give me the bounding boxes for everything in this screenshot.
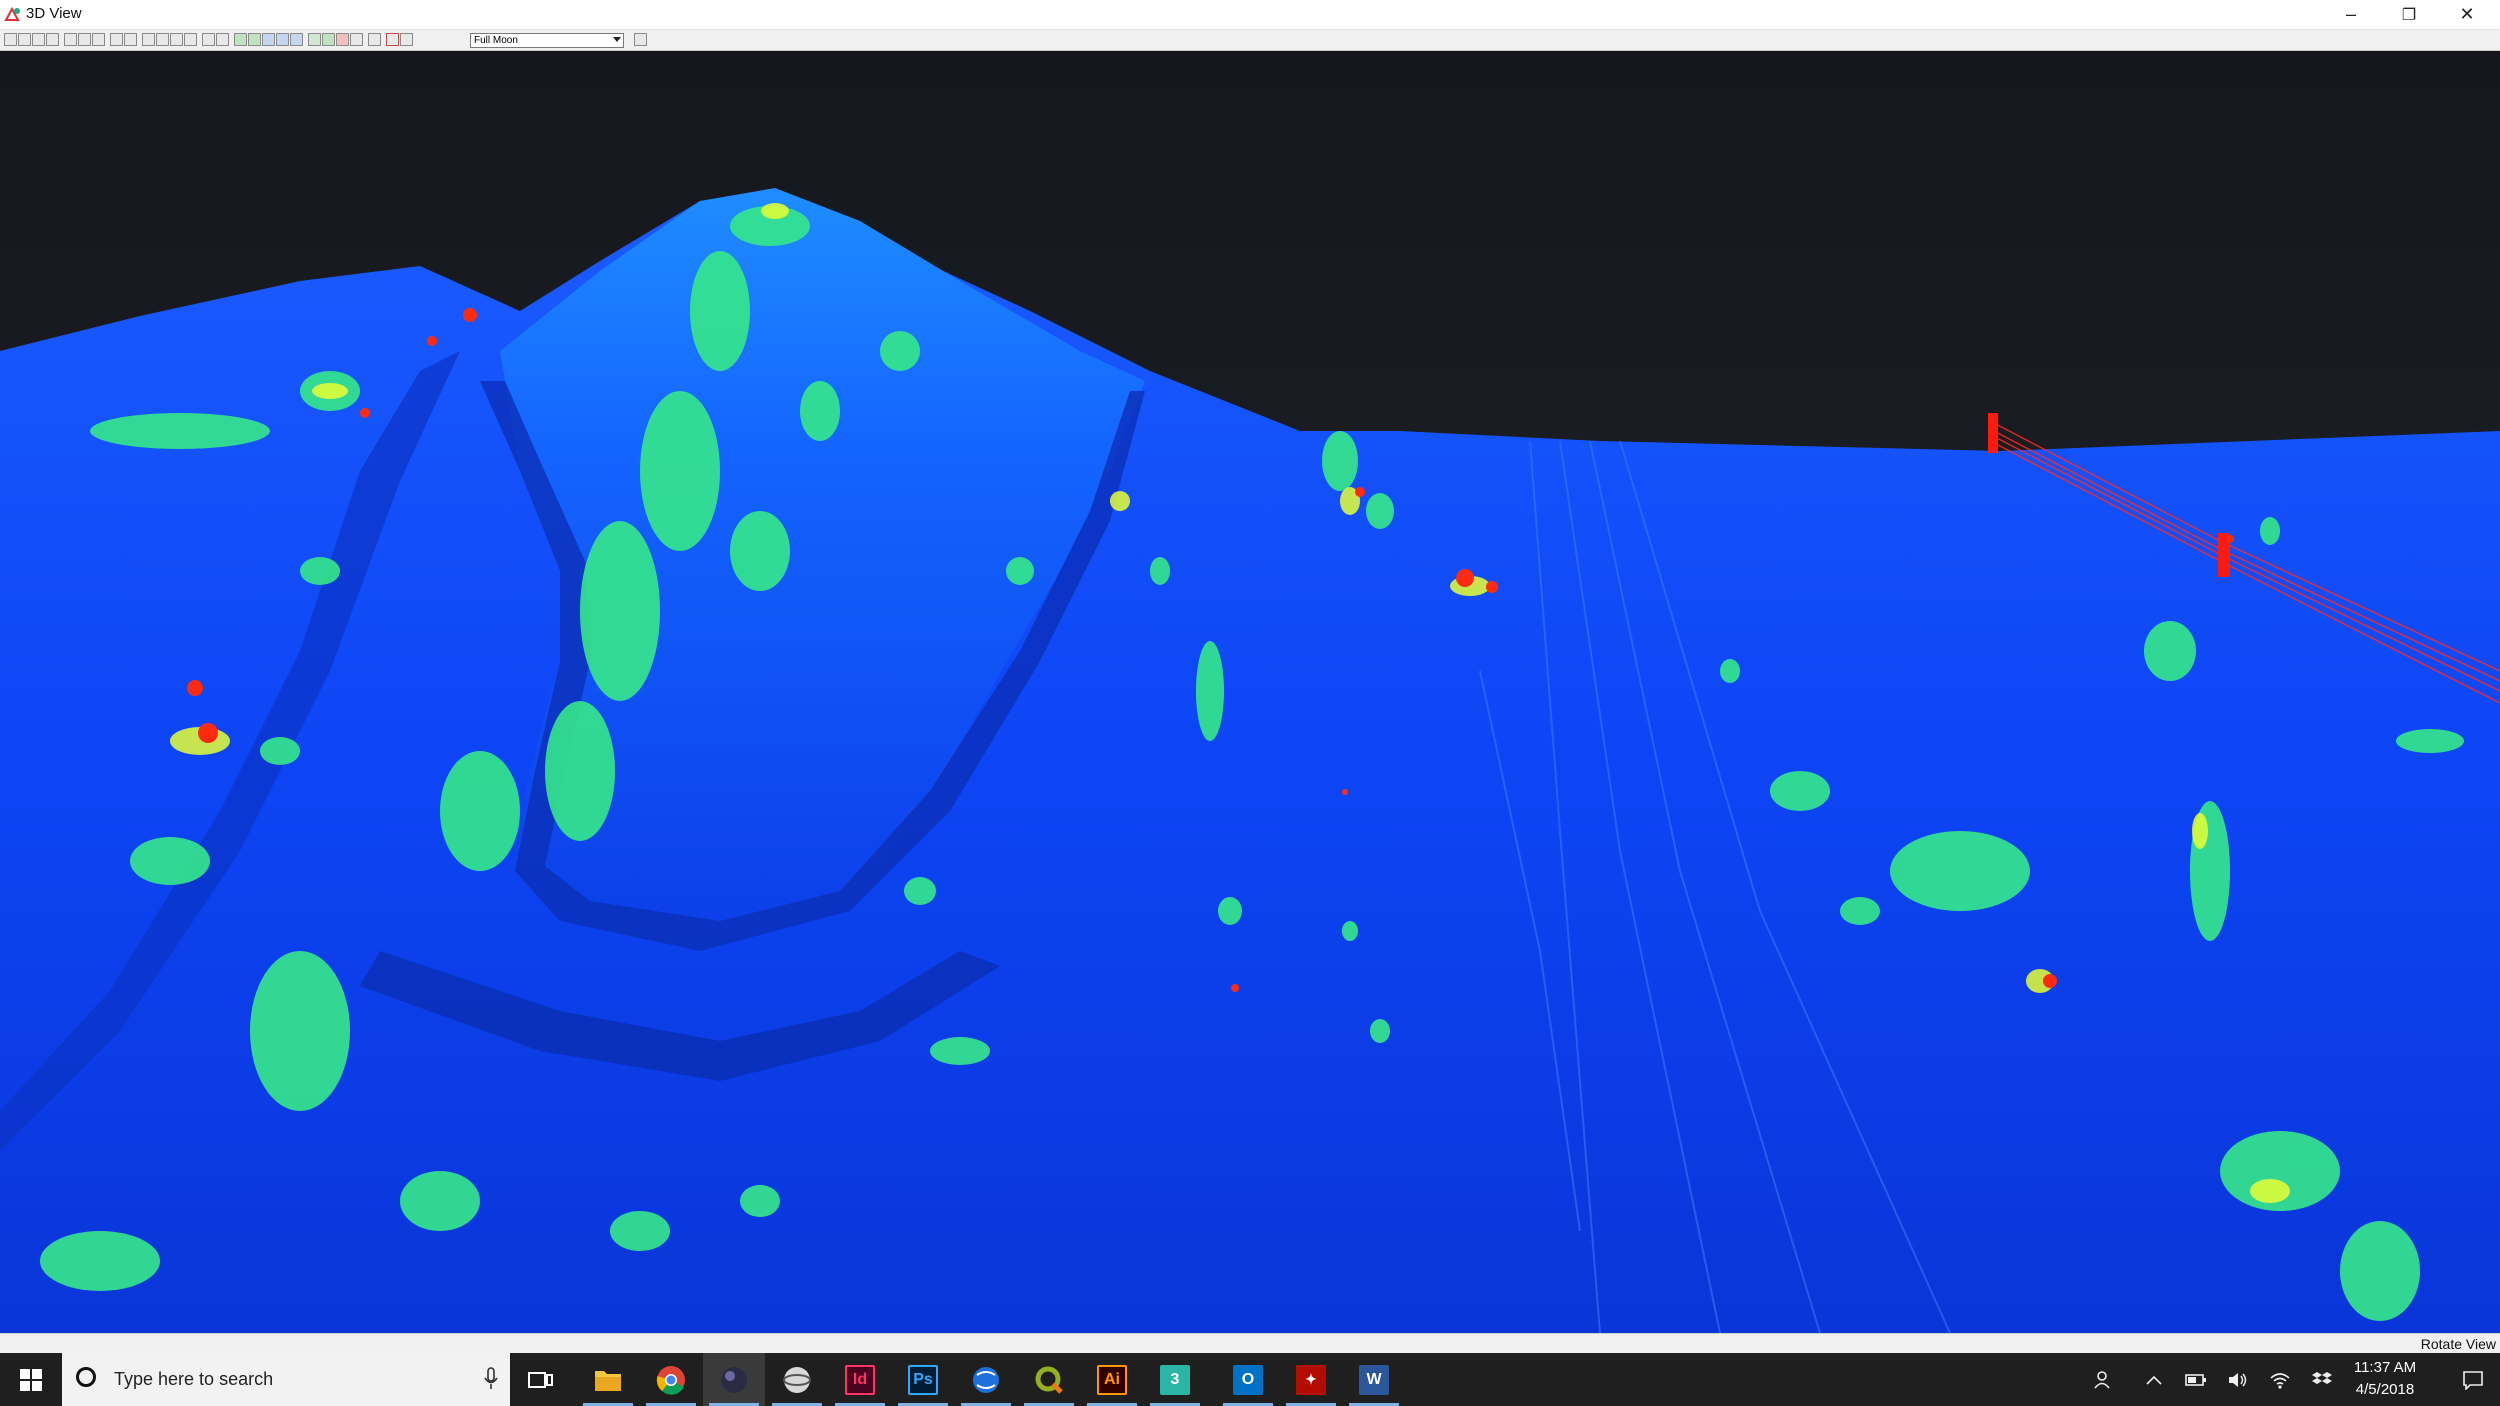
intensity-icon[interactable] [276, 33, 289, 46]
folder-icon [595, 1370, 621, 1391]
rotate-right-icon[interactable] [156, 33, 169, 46]
toolbar: Full Moon [0, 30, 2500, 51]
globe-app-icon [783, 1366, 811, 1393]
chevron-down-icon [613, 37, 621, 42]
people-icon[interactable] [2086, 1353, 2122, 1406]
cortana-icon [76, 1367, 96, 1387]
app-3-icon: 3 [1160, 1364, 1190, 1395]
clip-icon[interactable] [202, 33, 215, 46]
3d-viewport-canvas[interactable] [0, 51, 2500, 1333]
taskbar-app-file-explorer[interactable] [577, 1353, 639, 1406]
taskbar-app-photoshop[interactable]: Ps [892, 1353, 954, 1406]
illustrator-icon: Ai [1097, 1364, 1127, 1395]
classification-icon[interactable] [262, 33, 275, 46]
minimize-button[interactable]: – [2322, 0, 2380, 29]
window-titlebar: 3D View – ❐ ✕ [0, 0, 2500, 30]
lighting-mode-select[interactable]: Full Moon [470, 33, 624, 48]
volume-icon[interactable] [2220, 1353, 2256, 1406]
rotate-up-icon[interactable] [170, 33, 183, 46]
taskbar-app-illustrator[interactable]: Ai [1081, 1353, 1143, 1406]
zoom-out-icon[interactable] [92, 33, 105, 46]
clock-date: 4/5/2018 [2355, 1381, 2415, 1398]
grid-icon[interactable] [308, 33, 321, 46]
measure-icon[interactable] [110, 33, 123, 46]
statusbar: Rotate View [0, 1333, 2500, 1354]
taskbar-app-blue-globe[interactable] [955, 1353, 1017, 1406]
clip-box-icon[interactable] [216, 33, 229, 46]
taskbar-app-point-cloud-viewer[interactable] [703, 1353, 765, 1406]
taskbar-app-chrome[interactable] [640, 1353, 702, 1406]
blue-globe-icon [973, 1366, 999, 1393]
rotate-left-icon[interactable] [142, 33, 155, 46]
ruler-icon[interactable] [124, 33, 137, 46]
acrobat-icon: ✦ [1296, 1364, 1326, 1395]
select-icon[interactable] [4, 33, 17, 46]
microphone-icon[interactable] [484, 1367, 498, 1391]
camera-icon[interactable] [350, 33, 363, 46]
point-cloud-render [0, 51, 2500, 1333]
action-center-icon[interactable] [2446, 1353, 2500, 1406]
taskbar-app-indesign[interactable]: Id [829, 1353, 891, 1406]
windows-logo-icon [20, 1368, 42, 1391]
globe-icon[interactable] [322, 33, 335, 46]
options-icon[interactable] [634, 33, 647, 46]
app-logo-icon [4, 6, 20, 21]
search-placeholder: Type here to search [114, 1369, 274, 1389]
clock-time: 11:37 AM [2353, 1359, 2417, 1376]
rotate-down-icon[interactable] [184, 33, 197, 46]
windows-taskbar: Type here to search Id Ps Ai 3 O ✦ W 11:… [0, 1353, 2500, 1406]
add-point-icon[interactable] [386, 33, 399, 46]
restore-button[interactable]: ❐ [2380, 0, 2438, 29]
taskbar-app-word[interactable]: W [1343, 1353, 1405, 1406]
wifi-icon[interactable] [2262, 1353, 2298, 1406]
word-icon: W [1359, 1364, 1389, 1395]
sphere-app-icon [721, 1366, 747, 1393]
chevron-up-icon[interactable] [2136, 1353, 2172, 1406]
close-button[interactable]: ✕ [2438, 0, 2496, 29]
start-button[interactable] [0, 1353, 62, 1406]
lighting-mode-value: Full Moon [474, 35, 518, 46]
rgb-icon[interactable] [290, 33, 303, 46]
indesign-icon: Id [845, 1364, 875, 1395]
taskbar-app-acrobat[interactable]: ✦ [1280, 1353, 1342, 1406]
taskbar-app-3[interactable]: 3 [1144, 1353, 1206, 1406]
status-mode: Rotate View [2420, 1336, 2496, 1352]
taskbar-clock[interactable]: 11:37 AM 4/5/2018 [2330, 1357, 2440, 1401]
save-icon[interactable] [368, 33, 381, 46]
crosshair-icon[interactable] [400, 33, 413, 46]
taskbar-app-globe[interactable] [766, 1353, 828, 1406]
taskbar-app-qgis[interactable] [1018, 1353, 1080, 1406]
photoshop-icon: Ps [908, 1364, 938, 1395]
zoom-box-icon[interactable] [32, 33, 45, 46]
walk-icon[interactable] [46, 33, 59, 46]
task-view-icon [528, 1371, 553, 1388]
pan-icon[interactable] [18, 33, 31, 46]
zoom-in-icon[interactable] [78, 33, 91, 46]
qgis-icon [1035, 1366, 1063, 1394]
outlook-icon: O [1233, 1364, 1263, 1395]
taskbar-search-box[interactable]: Type here to search [62, 1353, 510, 1406]
record-icon[interactable] [336, 33, 349, 46]
fit-extent-icon[interactable] [64, 33, 77, 46]
taskbar-app-outlook[interactable]: O [1217, 1353, 1279, 1406]
battery-icon[interactable] [2178, 1353, 2214, 1406]
window-title: 3D View [26, 5, 82, 22]
elevation-icon[interactable] [248, 33, 261, 46]
layer-icon[interactable] [234, 33, 247, 46]
chrome-icon [656, 1365, 685, 1395]
task-view-button[interactable] [510, 1353, 572, 1406]
